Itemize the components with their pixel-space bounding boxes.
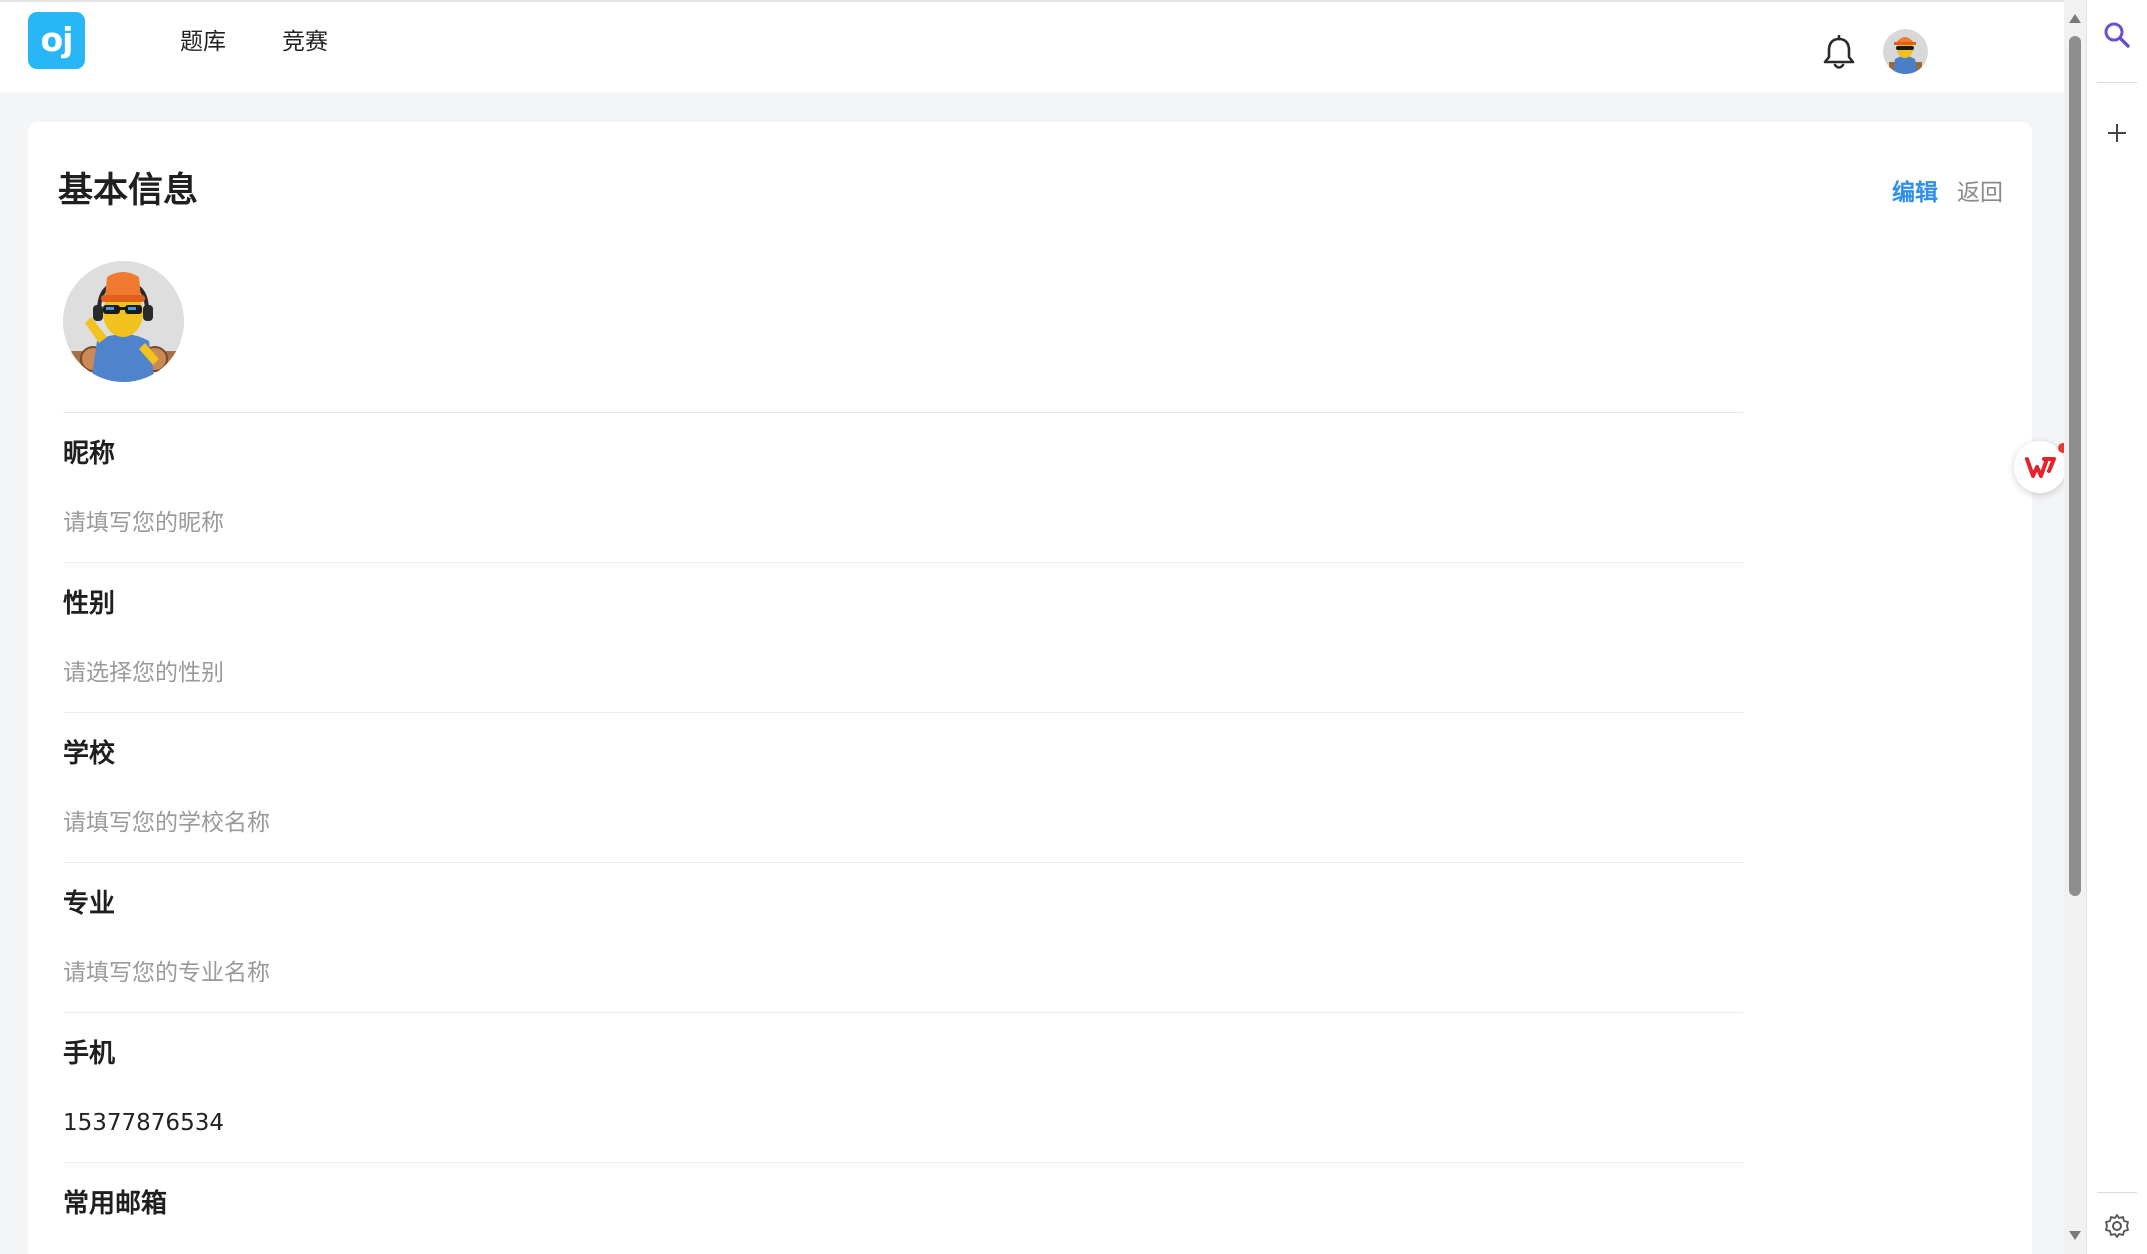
plus-icon[interactable]	[2102, 118, 2132, 148]
field-label: 专业	[63, 889, 116, 919]
field-nickname: 昵称 请填写您的昵称	[63, 413, 1743, 563]
field-label: 昵称	[63, 439, 116, 469]
scroll-up-arrow-icon[interactable]	[2069, 14, 2081, 23]
oj-logo[interactable]: oj	[28, 12, 85, 69]
settings-icon[interactable]	[2102, 1211, 2132, 1241]
page-title: 基本信息	[58, 171, 199, 211]
profile-card: 基本信息 编辑 返回 昵称 请填写您的昵称 性别 请选择您的性别 学校 请填写您…	[28, 122, 2032, 1254]
field-school: 学校 请填写您的学校名称	[63, 713, 1743, 863]
top-navbar: oj 题库 竞赛	[0, 0, 2064, 92]
field-gender: 性别 请选择您的性别	[63, 563, 1743, 713]
field-value: 15377876534	[63, 1110, 224, 1136]
page-viewport: oj 题库 竞赛 基本信息 编辑 返回 昵称 请填写您的昵称 性别 请选择您的性…	[0, 0, 2064, 1254]
wps-float-button[interactable]	[2014, 441, 2064, 493]
field-value: 请选择您的性别	[63, 660, 224, 686]
search-icon[interactable]	[2102, 20, 2132, 50]
field-major: 专业 请填写您的专业名称	[63, 863, 1743, 1013]
user-avatar[interactable]	[1883, 29, 1928, 74]
browser-side-panel	[2086, 0, 2147, 1254]
field-label: 学校	[63, 739, 116, 769]
profile-avatar[interactable]	[63, 261, 184, 382]
field-value: 请填写您的学校名称	[63, 810, 270, 836]
field-label: 常用邮箱	[63, 1189, 168, 1219]
nav-problem-bank[interactable]: 题库	[180, 26, 226, 58]
wps-icon	[2025, 457, 2056, 478]
page-scrollbar[interactable]	[2064, 0, 2086, 1254]
field-email: 常用邮箱	[63, 1163, 1743, 1254]
field-label: 手机	[63, 1039, 116, 1069]
bell-icon[interactable]	[1822, 34, 1856, 71]
divider	[2097, 1192, 2137, 1193]
nav-contests[interactable]: 竞赛	[282, 26, 328, 58]
field-phone: 手机 15377876534	[63, 1013, 1743, 1163]
browser-window: oj 题库 竞赛 基本信息 编辑 返回 昵称 请填写您的昵称 性别 请选择您的性…	[0, 0, 2147, 1254]
divider	[2097, 82, 2137, 83]
field-label: 性别	[63, 589, 116, 619]
edit-button[interactable]: 编辑	[1892, 178, 1938, 208]
scroll-down-arrow-icon[interactable]	[2069, 1231, 2081, 1240]
scrollbar-thumb[interactable]	[2069, 36, 2081, 896]
field-value: 请填写您的专业名称	[63, 960, 270, 986]
back-button[interactable]: 返回	[1957, 178, 2003, 208]
field-value: 请填写您的昵称	[63, 510, 224, 536]
